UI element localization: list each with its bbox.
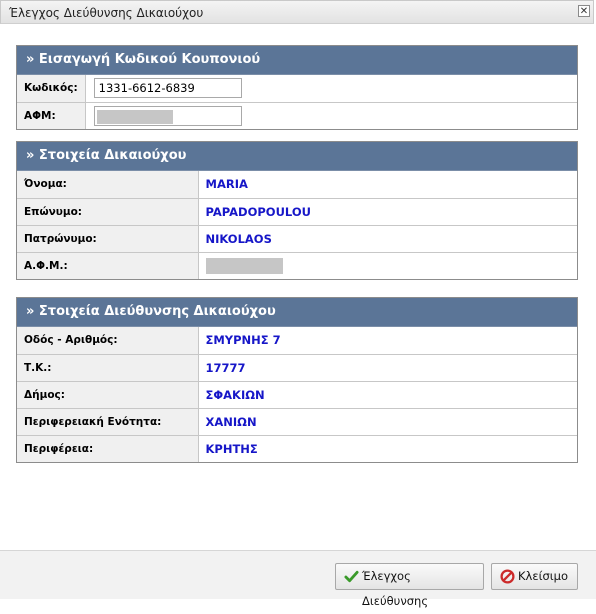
regional-unit-value: ΧΑΝΙΩΝ bbox=[198, 407, 577, 435]
coupon-code-row: Κωδικός: 1331-6612-6839 bbox=[17, 75, 577, 102]
last-name-value: PAPADOPOULOU bbox=[198, 197, 577, 225]
first-name-label: Όνομα: bbox=[17, 171, 199, 198]
beneficiary-row: Επώνυμο: PAPADOPOULOU bbox=[17, 197, 577, 225]
beneficiary-row: Α.Φ.Μ.: bbox=[17, 251, 577, 279]
close-icon[interactable]: ✕ bbox=[578, 5, 590, 17]
close-button-label: Κλείσιμο bbox=[518, 569, 568, 583]
address-panel-header: » Στοιχεία Διεύθυνσης Δικαιούχου bbox=[17, 298, 577, 327]
region-label: Περιφέρεια: bbox=[17, 434, 199, 462]
address-row: Τ.Κ.: 17777 bbox=[17, 353, 577, 381]
address-row: Οδός - Αριθμός: ΣΜΥΡΝΗΣ 7 bbox=[17, 327, 577, 354]
last-name-label: Επώνυμο: bbox=[17, 197, 199, 225]
beneficiary-row: Πατρώνυμο: NIKOLAOS bbox=[17, 224, 577, 252]
close-button[interactable]: Κλείσιμο bbox=[491, 563, 578, 590]
beneficiary-panel: » Στοιχεία Δικαιούχου Όνομα: MARIA Επώνυ… bbox=[16, 141, 578, 280]
check-address-button[interactable]: Έλεγχος Διεύθυνσης bbox=[335, 563, 484, 608]
dialog-footer: Έλεγχος Διεύθυνσης Κλείσιμο bbox=[0, 550, 596, 608]
address-row: Περιφέρεια: ΚΡΗΤΗΣ bbox=[17, 434, 577, 462]
afm-label: Α.Φ.Μ.: bbox=[17, 251, 199, 279]
check-address-label: Έλεγχος Διεύθυνσης bbox=[362, 569, 429, 608]
coupon-afm-label: ΑΦΜ: bbox=[17, 101, 86, 129]
afm-value bbox=[198, 251, 577, 279]
address-row: Δήμος: ΣΦΑΚΙΩΝ bbox=[17, 380, 577, 408]
father-name-value: NIKOLAOS bbox=[198, 224, 577, 252]
afm-redaction bbox=[96, 110, 173, 125]
afm-value-redaction bbox=[205, 257, 283, 274]
postal-code-label: Τ.Κ.: bbox=[17, 353, 199, 381]
cancel-icon bbox=[500, 569, 515, 584]
coupon-panel: » Εισαγωγή Κωδικού Κουπονιού Κωδικός: 13… bbox=[16, 45, 578, 130]
father-name-label: Πατρώνυμο: bbox=[17, 224, 199, 252]
municipality-value: ΣΦΑΚΙΩΝ bbox=[198, 380, 577, 408]
region-value: ΚΡΗΤΗΣ bbox=[198, 434, 577, 462]
coupon-code-input[interactable]: 1331-6612-6839 bbox=[93, 78, 242, 99]
coupon-afm-row: ΑΦΜ: bbox=[17, 101, 577, 129]
window-title: Έλεγχος Διεύθυνσης Δικαιούχου bbox=[9, 6, 204, 20]
regional-unit-label: Περιφερειακή Ενότητα: bbox=[17, 407, 199, 435]
municipality-label: Δήμος: bbox=[17, 380, 199, 408]
beneficiary-panel-header: » Στοιχεία Δικαιούχου bbox=[17, 142, 577, 171]
address-panel: » Στοιχεία Διεύθυνσης Δικαιούχου Οδός - … bbox=[16, 297, 578, 463]
beneficiary-row: Όνομα: MARIA bbox=[17, 171, 577, 198]
postal-code-value: 17777 bbox=[198, 353, 577, 381]
street-value: ΣΜΥΡΝΗΣ 7 bbox=[205, 333, 281, 348]
first-name-value: MARIA bbox=[205, 177, 248, 192]
coupon-afm-input[interactable] bbox=[93, 105, 242, 126]
checkmark-icon bbox=[344, 570, 359, 583]
coupon-code-label: Κωδικός: bbox=[17, 75, 86, 102]
street-label: Οδός - Αριθμός: bbox=[17, 327, 199, 354]
coupon-panel-header: » Εισαγωγή Κωδικού Κουπονιού bbox=[17, 46, 577, 75]
address-row: Περιφερειακή Ενότητα: ΧΑΝΙΩΝ bbox=[17, 407, 577, 435]
window-titlebar: Έλεγχος Διεύθυνσης Δικαιούχου ✕ bbox=[0, 0, 594, 24]
